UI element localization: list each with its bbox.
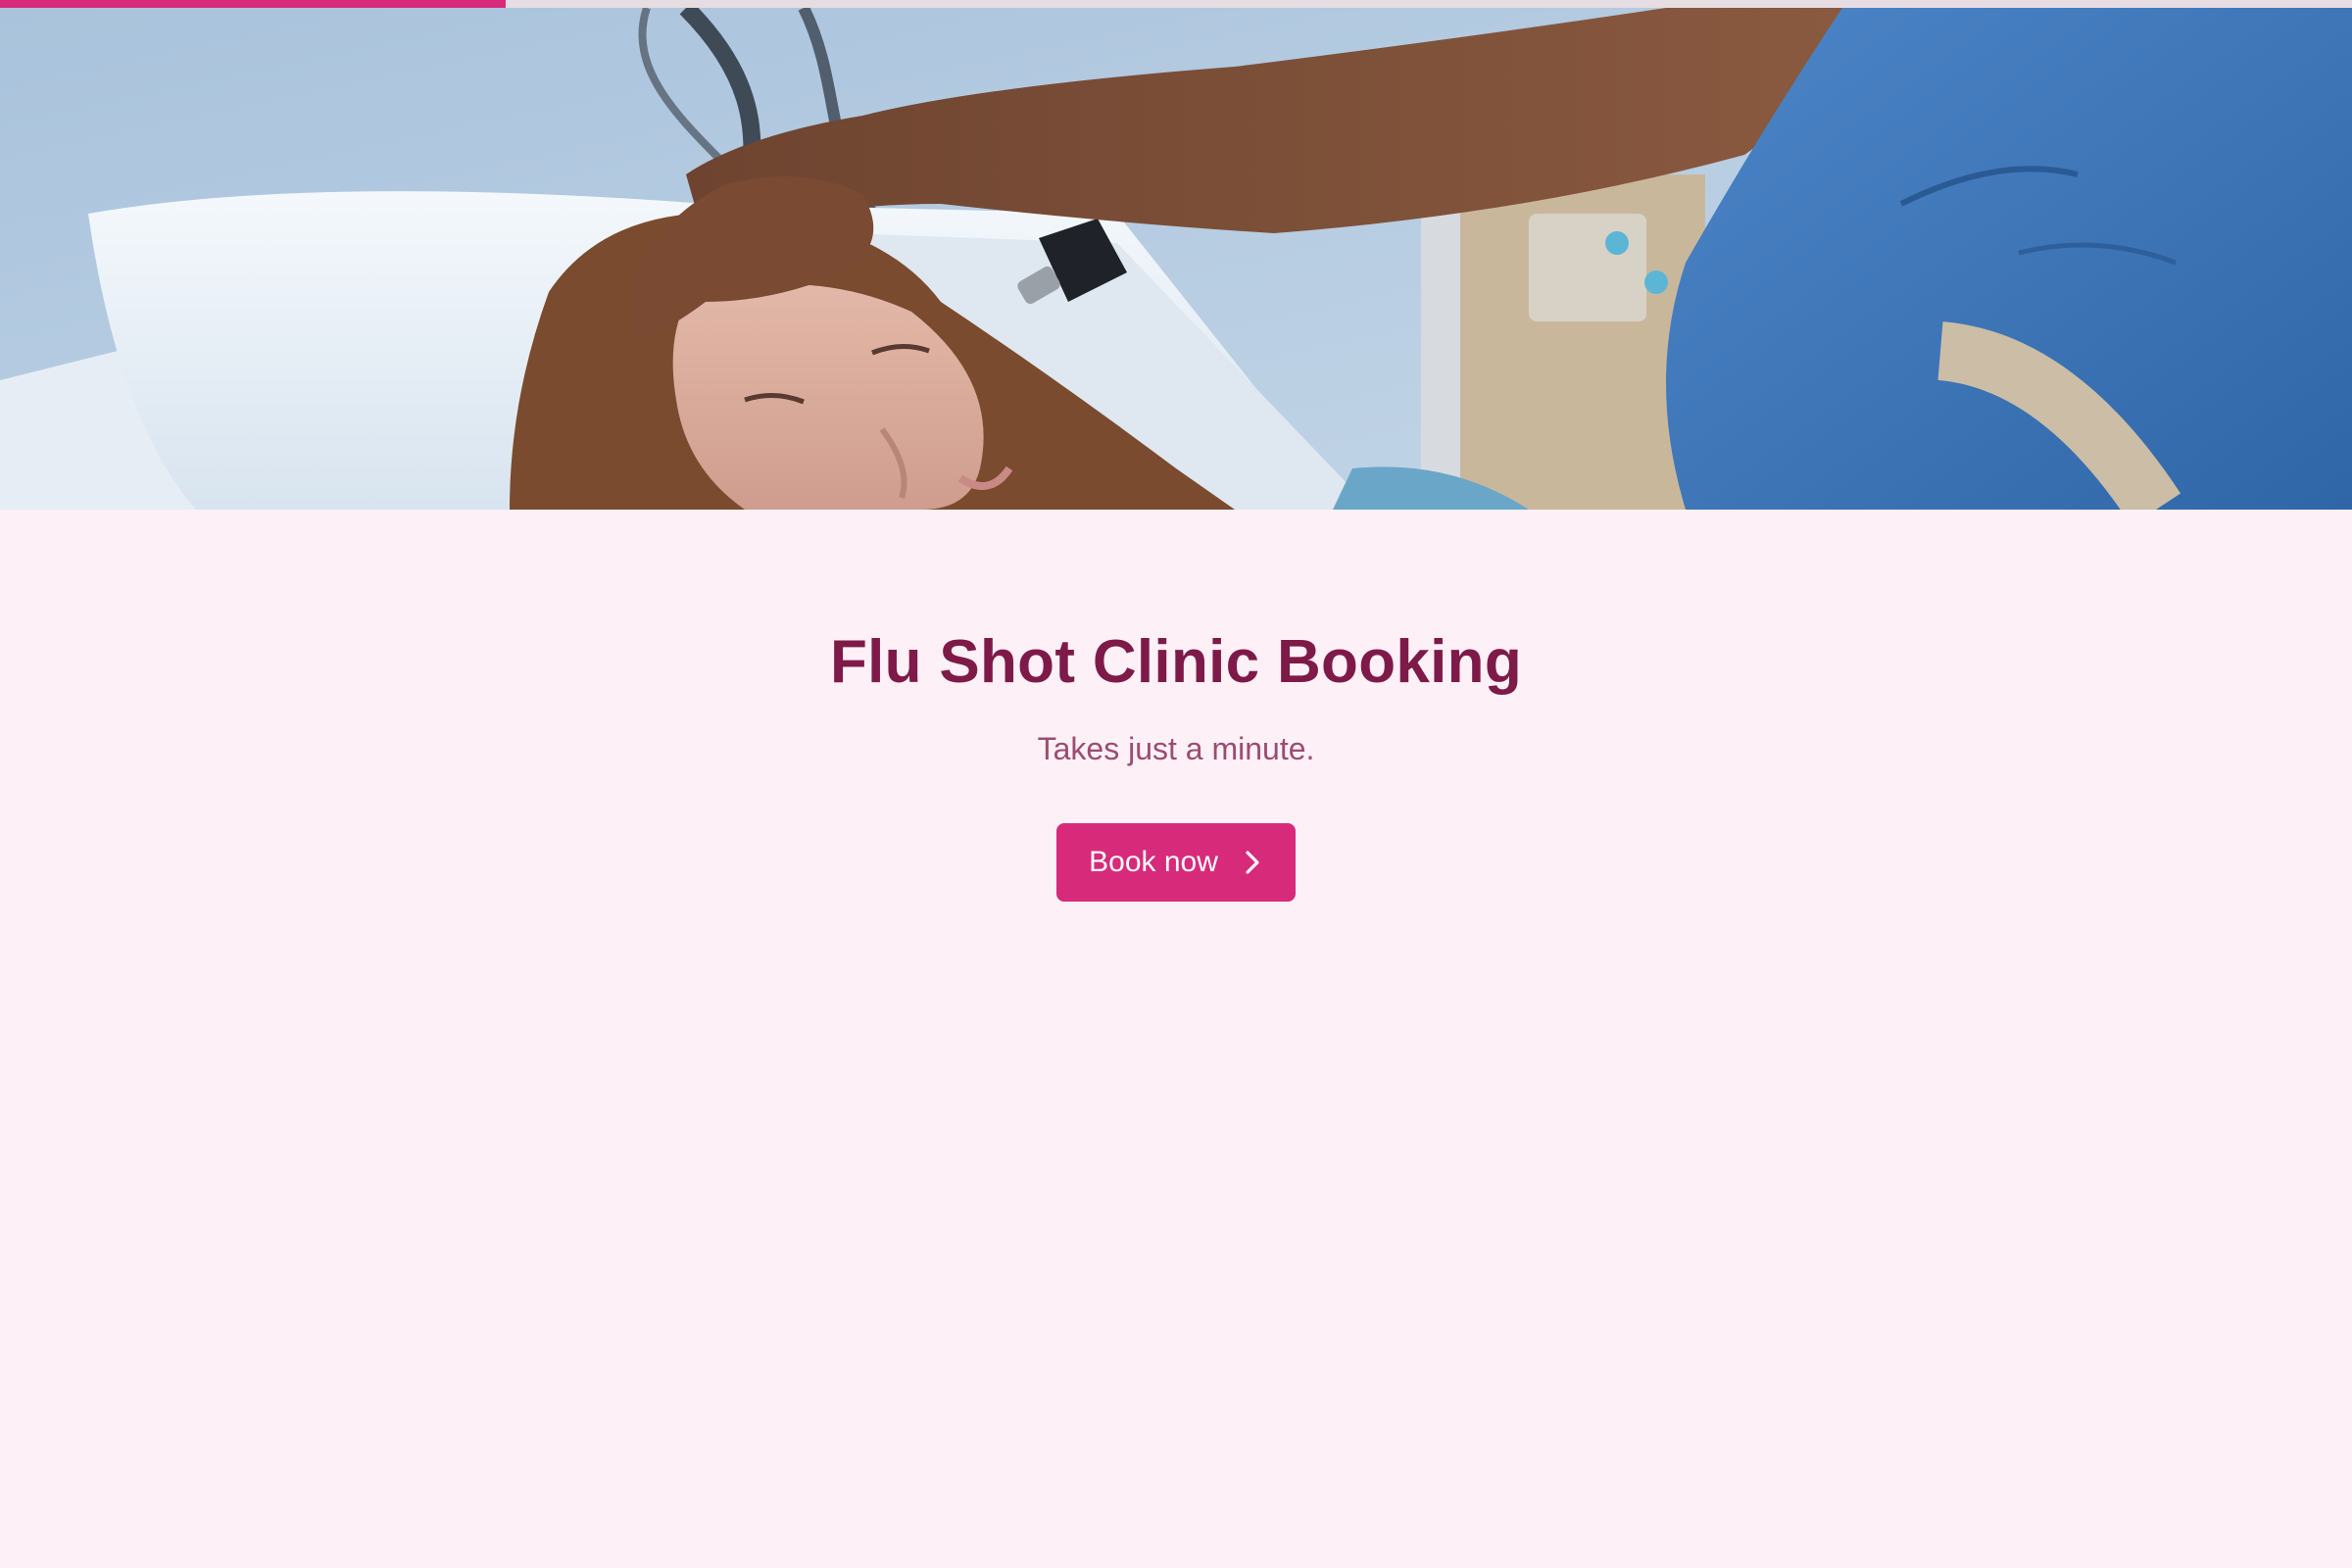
progress-bar-fill bbox=[0, 0, 506, 8]
progress-bar bbox=[0, 0, 2352, 8]
book-now-button[interactable]: Book now bbox=[1056, 823, 1296, 902]
main-section: Flu Shot Clinic Booking Takes just a min… bbox=[0, 510, 2352, 1568]
chevron-right-icon bbox=[1242, 849, 1263, 876]
page-title: Flu Shot Clinic Booking bbox=[829, 628, 1523, 696]
book-now-label: Book now bbox=[1089, 846, 1218, 878]
page-subtitle: Takes just a minute. bbox=[1037, 731, 1315, 766]
hero-image bbox=[0, 8, 2352, 510]
